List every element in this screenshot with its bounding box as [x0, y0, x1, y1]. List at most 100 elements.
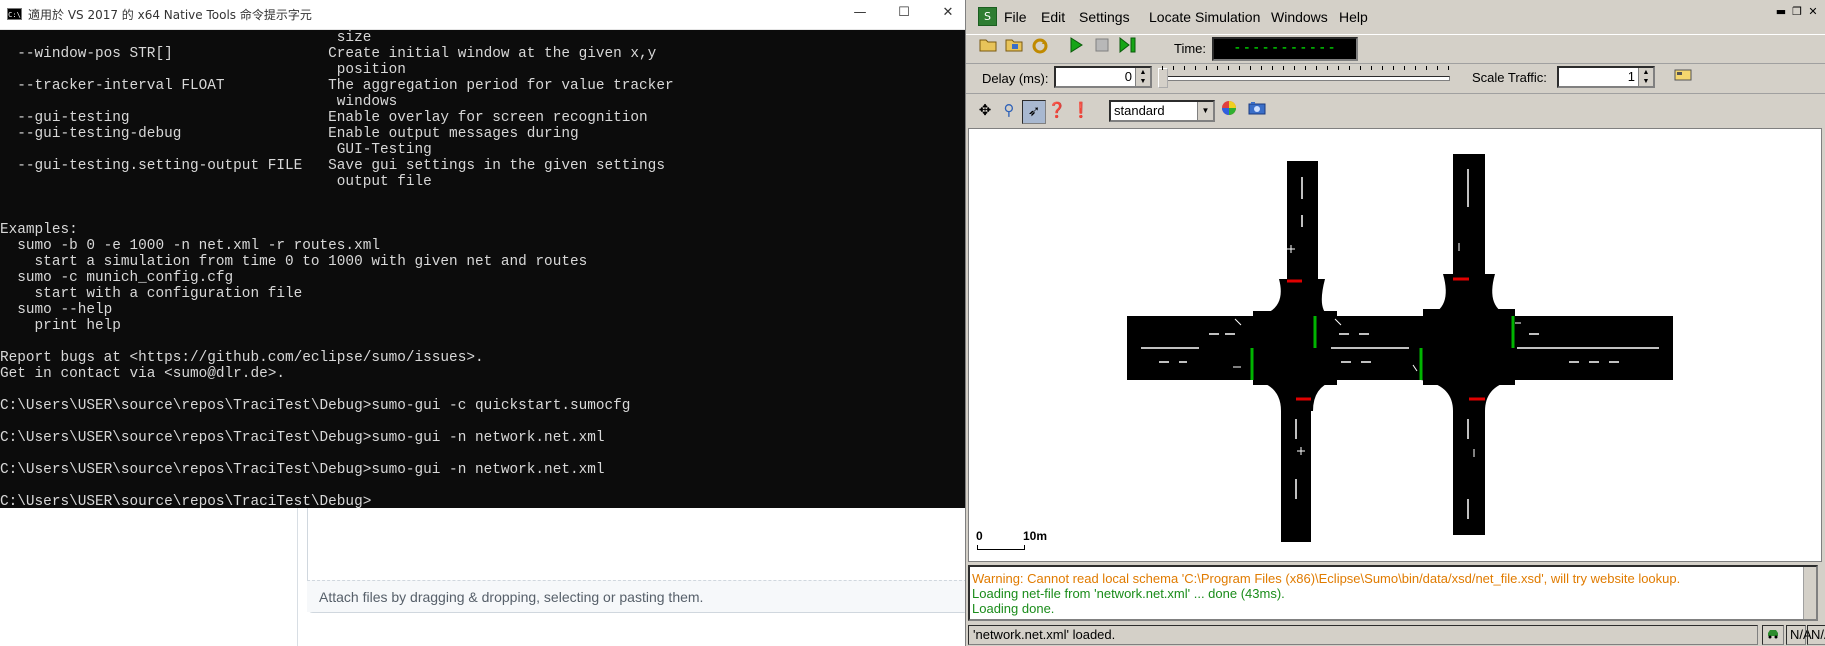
slider-tick — [1349, 66, 1350, 70]
delay-slider-thumb[interactable] — [1158, 68, 1168, 88]
color-scheme-value: standard — [1114, 103, 1165, 118]
open-config-icon[interactable] — [976, 37, 1000, 61]
slider-tick — [1283, 66, 1284, 70]
log-info-line: Loading net-file from 'network.net.xml' … — [972, 586, 1285, 601]
slider-tick — [1228, 66, 1229, 70]
log-info-line: Loading done. — [972, 601, 1055, 616]
menu-edit[interactable]: Edit — [1041, 9, 1065, 25]
slider-tick — [1316, 66, 1317, 70]
delay-value: 0 — [1124, 69, 1132, 84]
console-title: 適用於 VS 2017 的 x64 Native Tools 命令提示字元 — [28, 8, 312, 22]
console-line: size — [0, 30, 372, 46]
open-network-icon[interactable] — [1002, 37, 1026, 61]
console-line: --window-pos STR[] Create initial window… — [0, 46, 657, 62]
slider-tick — [1162, 66, 1163, 70]
slider-tick — [1415, 66, 1416, 70]
status-message: 'network.net.xml' loaded. — [968, 625, 1758, 645]
minimize-button[interactable]: — — [838, 0, 882, 28]
locate-poi-icon[interactable]: ❗ — [1070, 100, 1092, 122]
sumo-toolbar-delay: Delay (ms): 0 ▲ ▼ Scale Traffic: 1 ▲ ▼ — [966, 63, 1825, 94]
menu-settings[interactable]: Settings — [1079, 9, 1130, 25]
console-output[interactable]: size --window-pos STR[] Create initial w… — [0, 30, 965, 508]
sumo-menubar: S File Edit Settings Locate Simulation W… — [966, 0, 1825, 34]
delay-spinner-icon[interactable]: ▲ ▼ — [1135, 68, 1150, 86]
console-line: output file — [0, 174, 432, 190]
close-button[interactable]: ✕ — [926, 0, 970, 28]
console-line: C:\Users\USER\source\repos\TraciTest\Deb… — [0, 494, 372, 508]
slider-tick — [1437, 66, 1438, 70]
console-line: sumo -c munich_config.cfg — [0, 270, 234, 286]
console-window: C:\ 適用於 VS 2017 的 x64 Native Tools 命令提示字… — [0, 0, 965, 508]
console-line: C:\Users\USER\source\repos\TraciTest\Deb… — [0, 462, 605, 478]
message-log[interactable]: Warning: Cannot read local schema 'C:\Pr… — [968, 565, 1818, 621]
mdi-close-icon[interactable]: ✕ — [1806, 6, 1820, 19]
console-line: Examples: — [0, 222, 78, 238]
select-cursor-icon[interactable]: ➶ — [1022, 100, 1046, 124]
mdi-minimize-icon[interactable]: ▬ — [1774, 6, 1788, 19]
slider-tick — [1272, 66, 1273, 70]
console-line: start a simulation from time 0 to 1000 w… — [0, 254, 588, 270]
menu-file[interactable]: File — [1004, 9, 1027, 25]
slider-tick — [1338, 66, 1339, 70]
scale-traffic-input[interactable]: 1 ▲ ▼ — [1557, 66, 1655, 88]
zoom-icon[interactable]: ⚲ — [998, 100, 1020, 122]
attach-files-hint[interactable]: Attach files by dragging & dropping, sel… — [307, 580, 967, 612]
console-line: position — [0, 62, 406, 78]
menu-help[interactable]: Help — [1339, 9, 1368, 25]
traffic-toggle-icon[interactable] — [1671, 66, 1695, 90]
console-line: Report bugs at <https://github.com/eclip… — [0, 350, 484, 366]
console-line: sumo --help — [0, 302, 113, 318]
menu-simulation[interactable]: Simulation — [1195, 9, 1260, 25]
status-cell-1: N/A — [1786, 625, 1812, 645]
mdi-restore-icon[interactable]: ❐ — [1790, 6, 1804, 19]
chevron-down-icon[interactable]: ▼ — [1197, 102, 1213, 120]
scale-spinner-icon[interactable]: ▲ ▼ — [1638, 68, 1653, 86]
console-line: print help — [0, 318, 121, 334]
color-scheme-select[interactable]: standard ▼ — [1109, 100, 1215, 122]
delay-slider-track[interactable] — [1158, 76, 1450, 81]
reload-icon[interactable] — [1028, 37, 1052, 61]
console-line: Get in contact via <sumo@dlr.de>. — [0, 366, 285, 382]
slider-tick — [1261, 66, 1262, 70]
slider-tick — [1250, 66, 1251, 70]
log-scrollbar[interactable] — [1803, 567, 1816, 619]
slider-tick — [1195, 66, 1196, 70]
maximize-button[interactable]: ☐ — [882, 0, 926, 28]
sumo-gui-window: S File Edit Settings Locate Simulation W… — [965, 0, 1825, 646]
slider-tick — [1360, 66, 1361, 70]
slider-tick — [1217, 66, 1218, 70]
color-wheel-icon[interactable] — [1218, 100, 1240, 122]
slider-tick — [1393, 66, 1394, 70]
screenshot-icon[interactable] — [1246, 100, 1268, 122]
road-network — [1127, 154, 1673, 542]
log-warning-line: Warning: Cannot read local schema 'C:\Pr… — [972, 571, 1681, 586]
menu-windows[interactable]: Windows — [1271, 9, 1328, 25]
console-app-icon: C:\ — [7, 8, 22, 20]
step-icon[interactable] — [1116, 36, 1140, 61]
console-line: sumo -b 0 -e 1000 -n net.xml -r routes.x… — [0, 238, 380, 254]
sumo-view-toolbar: ✥ ⚲ ➶ ❓ ❗ standard ▼ — [966, 95, 1825, 127]
recenter-icon[interactable]: ✥ — [974, 100, 996, 122]
console-line: --gui-testing Enable overlay for screen … — [0, 110, 648, 126]
console-line: GUI-Testing — [0, 142, 432, 158]
locate-tls-icon[interactable]: ❓ — [1046, 100, 1068, 122]
sumo-app-icon[interactable]: S — [978, 7, 997, 26]
run-icon[interactable] — [1064, 37, 1088, 61]
menu-locate[interactable]: Locate — [1149, 9, 1191, 25]
slider-tick — [1173, 66, 1174, 70]
scale-zero-label: 0 — [976, 529, 983, 543]
car-icon[interactable] — [1762, 625, 1784, 645]
console-titlebar[interactable]: C:\ 適用於 VS 2017 的 x64 Native Tools 命令提示字… — [0, 0, 965, 30]
delay-input[interactable]: 0 ▲ ▼ — [1054, 66, 1152, 88]
slider-tick — [1239, 66, 1240, 70]
slider-tick — [1371, 66, 1372, 70]
slider-tick — [1206, 66, 1207, 70]
slider-tick — [1426, 66, 1427, 70]
background-left-panel — [0, 508, 298, 646]
slider-tick — [1382, 66, 1383, 70]
network-view-canvas[interactable]: 0 10m — [968, 128, 1822, 562]
console-line: C:\Users\USER\source\repos\TraciTest\Deb… — [0, 430, 605, 446]
stop-icon[interactable] — [1090, 37, 1114, 61]
